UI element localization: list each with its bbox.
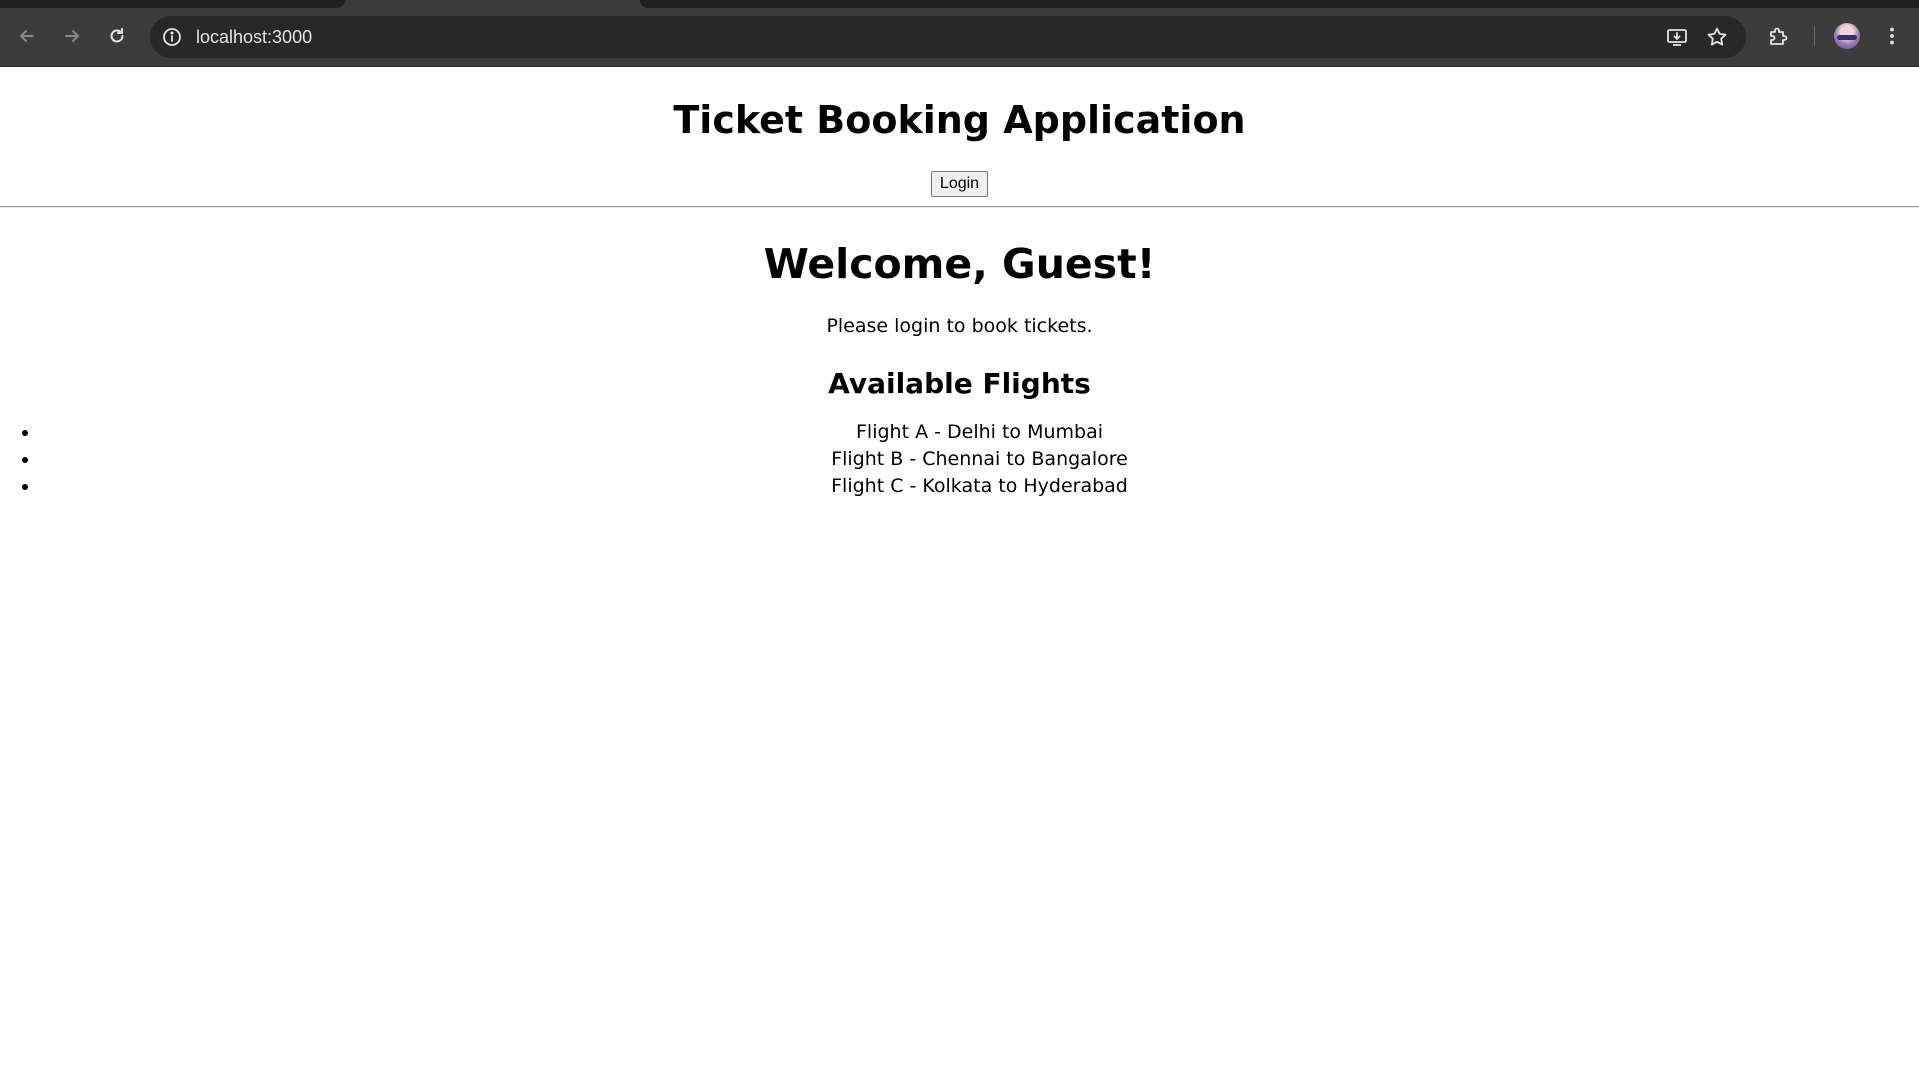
flight-item: Flight C - Kolkata to Hyderabad	[40, 473, 1919, 500]
header-divider	[0, 206, 1919, 208]
url-text[interactable]: localhost:3000	[196, 26, 312, 48]
welcome-heading: Welcome, Guest!	[763, 240, 1156, 288]
reload-icon	[110, 28, 124, 43]
login-button[interactable]: Login	[930, 171, 989, 197]
extensions-button[interactable]	[1766, 24, 1790, 48]
forward-button[interactable]	[56, 20, 88, 52]
back-button[interactable]	[11, 20, 43, 52]
app-title: Ticket Booking Application	[673, 98, 1246, 142]
tab-strip	[640, 0, 1919, 8]
kebab-menu-icon	[1890, 27, 1894, 45]
page-content: Ticket Booking Application Login Welcome…	[0, 67, 1919, 1088]
browser-menu-button[interactable]	[1880, 24, 1904, 48]
flight-item: Flight A - Delhi to Mumbai	[40, 419, 1919, 446]
flight-item: Flight B - Chennai to Bangalore	[40, 446, 1919, 473]
address-bar[interactable]: localhost:3000	[150, 16, 1746, 58]
puzzle-icon	[1770, 27, 1788, 45]
star-icon	[1707, 27, 1727, 46]
flight-list: Flight A - Delhi to Mumbai Flight B - Ch…	[0, 419, 1919, 500]
flights-heading: Available Flights	[828, 367, 1091, 400]
tab-strip	[0, 0, 345, 8]
arrow-left-icon	[20, 30, 34, 42]
info-icon	[163, 28, 181, 46]
site-info-button[interactable]	[160, 25, 184, 49]
app-header: Ticket Booking Application Login	[0, 67, 1919, 197]
avatar[interactable]	[1834, 23, 1860, 49]
install-app-button[interactable]	[1665, 25, 1689, 49]
install-app-icon	[1667, 29, 1687, 46]
toolbar-divider	[1814, 26, 1815, 46]
bookmark-button[interactable]	[1705, 25, 1729, 49]
reload-button[interactable]	[101, 20, 133, 52]
browser-toolbar: localhost:3000	[0, 0, 1919, 67]
login-prompt: Please login to book tickets.	[826, 315, 1093, 337]
arrow-right-icon	[65, 30, 79, 42]
